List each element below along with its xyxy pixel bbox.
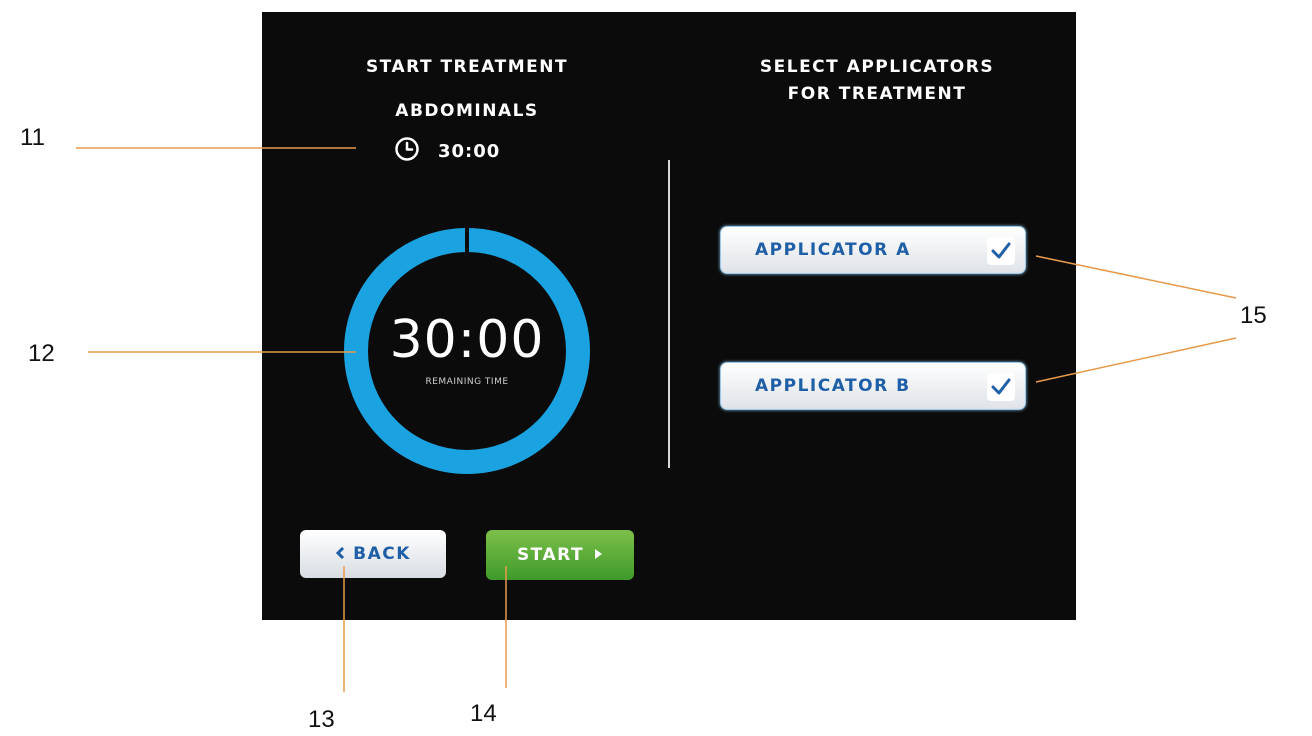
start-treatment-title: START TREATMENT xyxy=(365,57,569,77)
applicator-b-label: APPLICATOR B xyxy=(755,376,911,396)
clock-icon xyxy=(394,136,420,166)
applicator-a-toggle[interactable]: APPLICATOR A xyxy=(720,226,1026,274)
chevron-left-icon xyxy=(335,544,345,564)
back-button-label: BACK xyxy=(353,544,411,564)
applicator-a-checkbox[interactable] xyxy=(987,237,1015,265)
callout-14: 14 xyxy=(470,700,497,727)
start-button-label: START xyxy=(516,545,585,565)
callout-15: 15 xyxy=(1240,302,1267,329)
play-arrow-icon xyxy=(594,545,603,565)
start-button[interactable]: START xyxy=(486,530,634,580)
remaining-time-label: REMAINING TIME xyxy=(425,377,509,387)
duration-value: 30:00 xyxy=(438,140,501,162)
back-button[interactable]: BACK xyxy=(300,530,446,578)
treatment-region-label: ABDOMINALS xyxy=(395,101,539,121)
select-title-line1: SELECT APPLICATORS xyxy=(759,57,995,77)
callout-11: 11 xyxy=(20,124,45,151)
callout-12: 12 xyxy=(28,340,55,367)
device-screen: START TREATMENT ABDOMINALS 30:00 30:00 R… xyxy=(262,12,1076,620)
select-title-line2: FOR TREATMENT xyxy=(787,84,967,104)
remaining-time-value: 30:00 xyxy=(389,310,545,370)
applicator-b-checkbox[interactable] xyxy=(987,373,1015,401)
checkmark-icon xyxy=(991,378,1011,395)
applicator-a-label: APPLICATOR A xyxy=(755,240,911,260)
callout-13: 13 xyxy=(308,706,335,733)
applicator-b-toggle[interactable]: APPLICATOR B xyxy=(720,362,1026,410)
select-applicators-title: SELECT APPLICATORS FOR TREATMENT xyxy=(682,54,1072,108)
panel-divider xyxy=(668,160,670,468)
checkmark-icon xyxy=(991,242,1011,259)
treatment-duration: 30:00 xyxy=(394,136,500,166)
